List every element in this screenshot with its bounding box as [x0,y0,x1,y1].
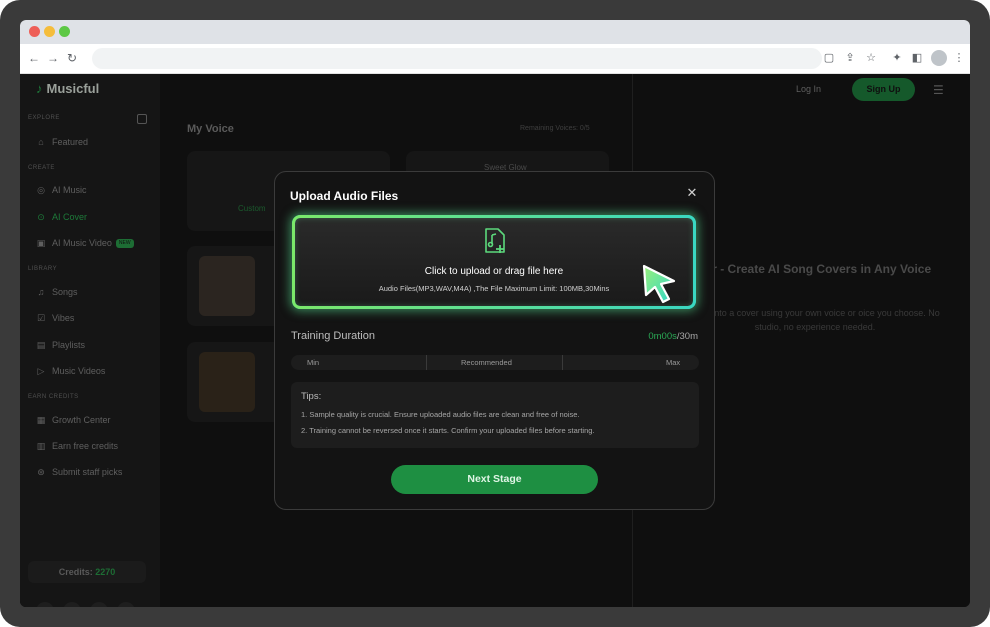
sidebar-item-ai-music-video[interactable]: ▣ AI Music Video NEW [36,236,134,250]
more-menu-icon[interactable]: ⋮ [951,50,967,66]
scale-max-label: Max [666,358,681,367]
voice-avatar [199,256,255,316]
sidebar-item-earn-free-credits[interactable]: ▥ Earn free credits [36,439,118,453]
sidebar-item-playlists[interactable]: ▤ Playlists [36,338,85,352]
duration-current: 0m00s [648,331,677,342]
window-close-dot[interactable] [29,26,40,37]
duration-max: 30m [679,331,698,342]
reload-icon[interactable]: ↻ [63,49,81,67]
login-link[interactable]: Log In [796,84,821,94]
sidebar-item-growth-center[interactable]: ▦ Growth Center [36,413,111,427]
tips-title: Tips: [301,391,322,402]
dropzone-main-text: Click to upload or drag file here [424,266,564,277]
sidebar-item-featured[interactable]: ⌂ Featured [36,135,88,149]
sidebar-collapse-icon[interactable] [137,114,147,124]
scale-divider [426,355,427,370]
sidebar-item-songs[interactable]: ♫ Songs [36,285,78,299]
side-panel-icon[interactable]: ◧ [909,50,925,66]
extensions-icon[interactable]: ✦ [889,50,905,66]
clipboard-icon[interactable]: ▢ [821,50,837,66]
sidebar-item-vibes[interactable]: ☑ Vibes [36,311,74,325]
remaining-voices: Remaining Voices: 0/5 [520,125,590,132]
section-earn-credits: EARN CREDITS [28,394,79,400]
promo-subtitle: song into a cover using your own voice o… [690,308,940,332]
logo-note-icon: ♪ [36,81,43,96]
tips-box: Tips: 1. Sample quality is crucial. Ensu… [291,382,699,448]
modal-title: Upload Audio Files [290,189,399,203]
staff-picks-icon: ⊛ [37,467,45,477]
credits-value: 2270 [95,567,116,577]
x-icon[interactable]: ✕ [117,602,135,607]
music-video-icon: ▷ [37,366,45,376]
scale-min-label: Min [307,358,320,367]
vibes-icon: ☑ [36,313,46,323]
custom-voice-label: Custom [238,204,266,213]
window-maximize-dot[interactable] [59,26,70,37]
signup-button[interactable]: Sign Up [852,78,915,101]
window-minimize-dot[interactable] [44,26,55,37]
song-icon: ♫ [37,287,45,297]
gift-icon: ▥ [36,441,46,451]
browser-titlebar [20,20,970,44]
scale-recommended-label: Recommended [461,358,512,367]
tip-item: 2. Training cannot be reversed once it s… [301,426,595,435]
sidebar-item-submit-staff-picks[interactable]: ⊛ Submit staff picks [36,465,122,479]
home-icon: ⌂ [38,137,44,147]
music-icon: ◎ [37,185,45,195]
video-icon: ▣ [36,238,46,248]
page-title: My Voice [187,123,234,135]
back-icon[interactable]: ← [25,49,43,67]
new-badge: NEW [115,239,134,249]
forward-icon[interactable]: → [44,49,62,67]
sidebar-item-music-videos[interactable]: ▷ Music Videos [36,364,106,378]
duration-scale: Min Recommended Max [291,355,699,370]
section-library: LIBRARY [28,266,58,272]
sidebar: ♪ Musicful EXPLORE ⌂ Featured CREATE ◎ AI M… [20,74,160,607]
youtube-icon[interactable]: ▶ [36,602,54,607]
profile-avatar[interactable] [931,50,947,66]
credits-pill[interactable]: Credits: 2270 [28,561,146,583]
upload-modal: Upload Audio Files ✕ Click to upload or … [274,171,715,510]
cursor-arrow-icon [642,264,676,304]
section-explore: EXPLORE [28,115,60,121]
browser-toolbar: ← → ↻ ▢ ⇪ ☆ ✦ ◧ ⋮ [20,44,970,74]
upload-dropzone[interactable]: Click to upload or drag file here Audio … [292,215,696,309]
promo-title: ver - Create AI Song Covers in Any Voice [698,262,932,276]
brand-name: Musicful [46,81,100,96]
screen: ← → ↻ ▢ ⇪ ☆ ✦ ◧ ⋮ ♪ Musicful EXPLORE ⌂ Fea… [20,20,970,607]
cover-icon: ⊙ [37,212,45,222]
logo[interactable]: ♪ Musicful [36,81,99,96]
share-icon[interactable]: ⇪ [842,50,858,66]
tip-item: 1. Sample quality is crucial. Ensure upl… [301,410,580,419]
sidebar-item-ai-music[interactable]: ◎ AI Music [36,183,86,197]
address-bar[interactable] [92,48,822,69]
discord-icon[interactable]: ◉ [90,602,108,607]
training-duration-value: 0m00s/30m [638,331,698,342]
playlist-icon: ▤ [36,340,46,350]
close-icon[interactable]: ✕ [684,185,700,201]
voice-avatar [199,352,255,412]
next-stage-button[interactable]: Next Stage [391,465,598,494]
growth-icon: ▦ [36,415,46,425]
bookmark-star-icon[interactable]: ☆ [863,50,879,66]
dropzone-sub-text: Audio Files(MP3,WAV,M4A) ,The File Maxim… [378,284,610,293]
scale-divider [562,355,563,370]
credits-label: Credits: [58,567,93,577]
music-file-add-icon [485,228,505,253]
section-create: CREATE [28,165,55,171]
training-duration-label: Training Duration [291,330,375,342]
tiktok-icon[interactable]: ♪ [63,602,81,607]
sidebar-item-ai-cover[interactable]: ⊙ AI Cover [36,210,87,224]
hamburger-menu-icon[interactable]: ☰ [933,83,944,97]
device-frame: ← → ↻ ▢ ⇪ ☆ ✦ ◧ ⋮ ♪ Musicful EXPLORE ⌂ Fea… [0,0,990,627]
